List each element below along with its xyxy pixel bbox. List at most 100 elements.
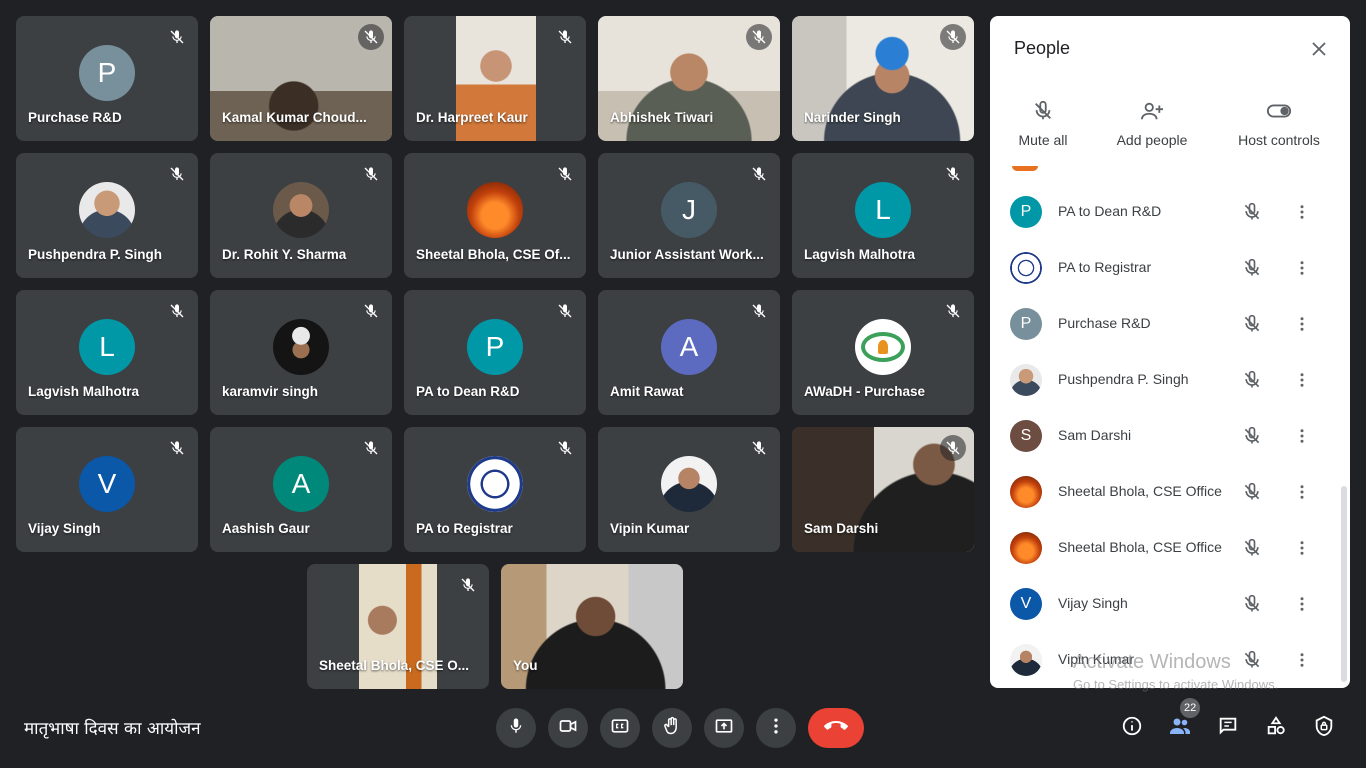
more-options-button[interactable] [756,708,796,748]
participant-tile[interactable]: Dr. Harpreet Kaur [404,16,586,141]
avatar [467,181,523,238]
participant-name: PA to Dean R&D [416,384,520,399]
participant-name: Vijay Singh [1058,595,1128,611]
raise-hand-button[interactable] [652,708,692,748]
panel-scrollbar[interactable] [1341,486,1347,682]
more-vert-icon [1300,597,1304,611]
mute-all-button[interactable]: Mute all [990,98,1098,148]
participant-name: Narinder Singh [804,110,901,125]
participant-options-button[interactable] [1290,592,1314,616]
participant-name: You [513,658,538,673]
meet-window: P Purchase R&D Kamal Kumar Choud... Dr. … [0,0,1366,768]
mic-off-icon [746,161,772,187]
participant-options-button[interactable] [1290,648,1314,672]
participant-tile[interactable]: Pushpendra P. Singh [16,153,198,278]
participant-row[interactable]: Sheetal Bhola, CSE Office [990,520,1340,576]
participant-row[interactable]: Pushpendra P. Singh [990,352,1340,408]
participant-tile[interactable]: Sheetal Bhola, CSE Of... [404,153,586,278]
participant-tile[interactable]: Dr. Rohit Y. Sharma [210,153,392,278]
participant-row[interactable]: P Purchase R&D [990,296,1340,352]
host-controls-button[interactable] [1306,710,1342,746]
participant-tile[interactable]: Sheetal Bhola, CSE O... [307,564,489,689]
participant-tile[interactable]: karamvir singh [210,290,392,415]
mic-off-icon [358,24,384,50]
add-people-button[interactable]: Add people [1097,98,1207,148]
participant-name: Junior Assistant Work... [610,247,764,262]
participant-options-button[interactable] [1290,312,1314,336]
participant-tile[interactable]: A Amit Rawat [598,290,780,415]
mic-off-icon [552,435,578,461]
participant-name: Aashish Gaur [222,521,310,536]
participant-name: Abhishek Tiwari [610,110,714,125]
mic-off-icon [1240,480,1264,504]
avatar: V [1010,588,1042,620]
more-vert-icon [1300,541,1304,555]
awadh-logo-icon [855,318,911,375]
participant-tile[interactable]: AWaDH - Purchase [792,290,974,415]
participant-tile[interactable]: L Lagvish Malhotra [16,290,198,415]
close-panel-button[interactable] [1304,36,1334,66]
mic-off-icon [358,298,384,324]
info-icon [1121,715,1143,742]
toggle-icon [1224,98,1334,124]
end-call-icon [824,714,848,743]
participant-tile[interactable]: Sam Darshi [792,427,974,552]
participant-options-button[interactable] [1290,256,1314,280]
meeting-title: मातृभाषा दिवस का आयोजन [24,719,201,739]
mic-off-icon [1240,312,1264,336]
activities-button[interactable] [1258,710,1294,746]
camera-button[interactable] [548,708,588,748]
avatar: S [1010,420,1042,452]
avatar [273,318,329,375]
chat-button[interactable] [1210,710,1246,746]
microphone-button[interactable] [496,708,536,748]
activate-windows-watermark: Activate Windows [1073,651,1231,673]
mic-off-icon [455,572,481,598]
participant-options-button[interactable] [1290,480,1314,504]
participant-row[interactable]: PA to Registrar [990,240,1340,296]
present-now-button[interactable] [704,708,744,748]
participant-options-button[interactable] [1290,200,1314,224]
participant-row[interactable]: Sheetal Bhola, CSE Office [990,464,1340,520]
mic-off-icon [1240,592,1264,616]
avatar [661,455,717,512]
participant-tile[interactable]: V Vijay Singh [16,427,198,552]
mic-off-icon [746,298,772,324]
avatar [1010,644,1042,676]
participant-name: Kamal Kumar Choud... [222,110,367,125]
participant-options-button[interactable] [1290,368,1314,392]
mic-off-icon [164,161,190,187]
participant-row[interactable]: P PA to Dean R&D [990,184,1340,240]
participant-tile[interactable]: Narinder Singh [792,16,974,141]
more-vert-icon [1300,317,1304,331]
leave-call-button[interactable] [808,708,864,748]
avatar: P [1010,196,1042,228]
participant-tile[interactable]: Vipin Kumar [598,427,780,552]
activate-windows-hint: Go to Settings to activate Windows. [1073,677,1279,692]
participant-options-button[interactable] [1290,536,1314,560]
mic-off-icon [552,24,578,50]
participant-tile[interactable]: Kamal Kumar Choud... [210,16,392,141]
close-icon [1310,40,1328,63]
participant-name: Sam Darshi [804,521,879,536]
meeting-details-button[interactable] [1114,710,1150,746]
participant-row[interactable]: S Sam Darshi [990,408,1340,464]
avatar: A [273,455,329,512]
host-controls-panel-button[interactable]: Host controls [1224,98,1334,148]
participant-tile[interactable]: P PA to Dean R&D [404,290,586,415]
participant-tile[interactable]: J Junior Assistant Work... [598,153,780,278]
participant-tile[interactable]: P Purchase R&D [16,16,198,141]
self-view-tile[interactable]: You [501,564,683,689]
participant-tile[interactable]: Abhishek Tiwari [598,16,780,141]
participant-row[interactable]: V Vijay Singh [990,576,1340,632]
participant-name: Sheetal Bhola, CSE Office [1058,483,1222,499]
participant-tile[interactable]: PA to Registrar [404,427,586,552]
mic-off-icon [1240,256,1264,280]
avatar [1010,364,1042,396]
participant-name: PA to Dean R&D [1058,203,1162,219]
participant-tile[interactable]: L Lagvish Malhotra [792,153,974,278]
participant-options-button[interactable] [1290,424,1314,448]
more-vert-icon [1300,485,1304,499]
captions-button[interactable] [600,708,640,748]
participant-tile[interactable]: A Aashish Gaur [210,427,392,552]
